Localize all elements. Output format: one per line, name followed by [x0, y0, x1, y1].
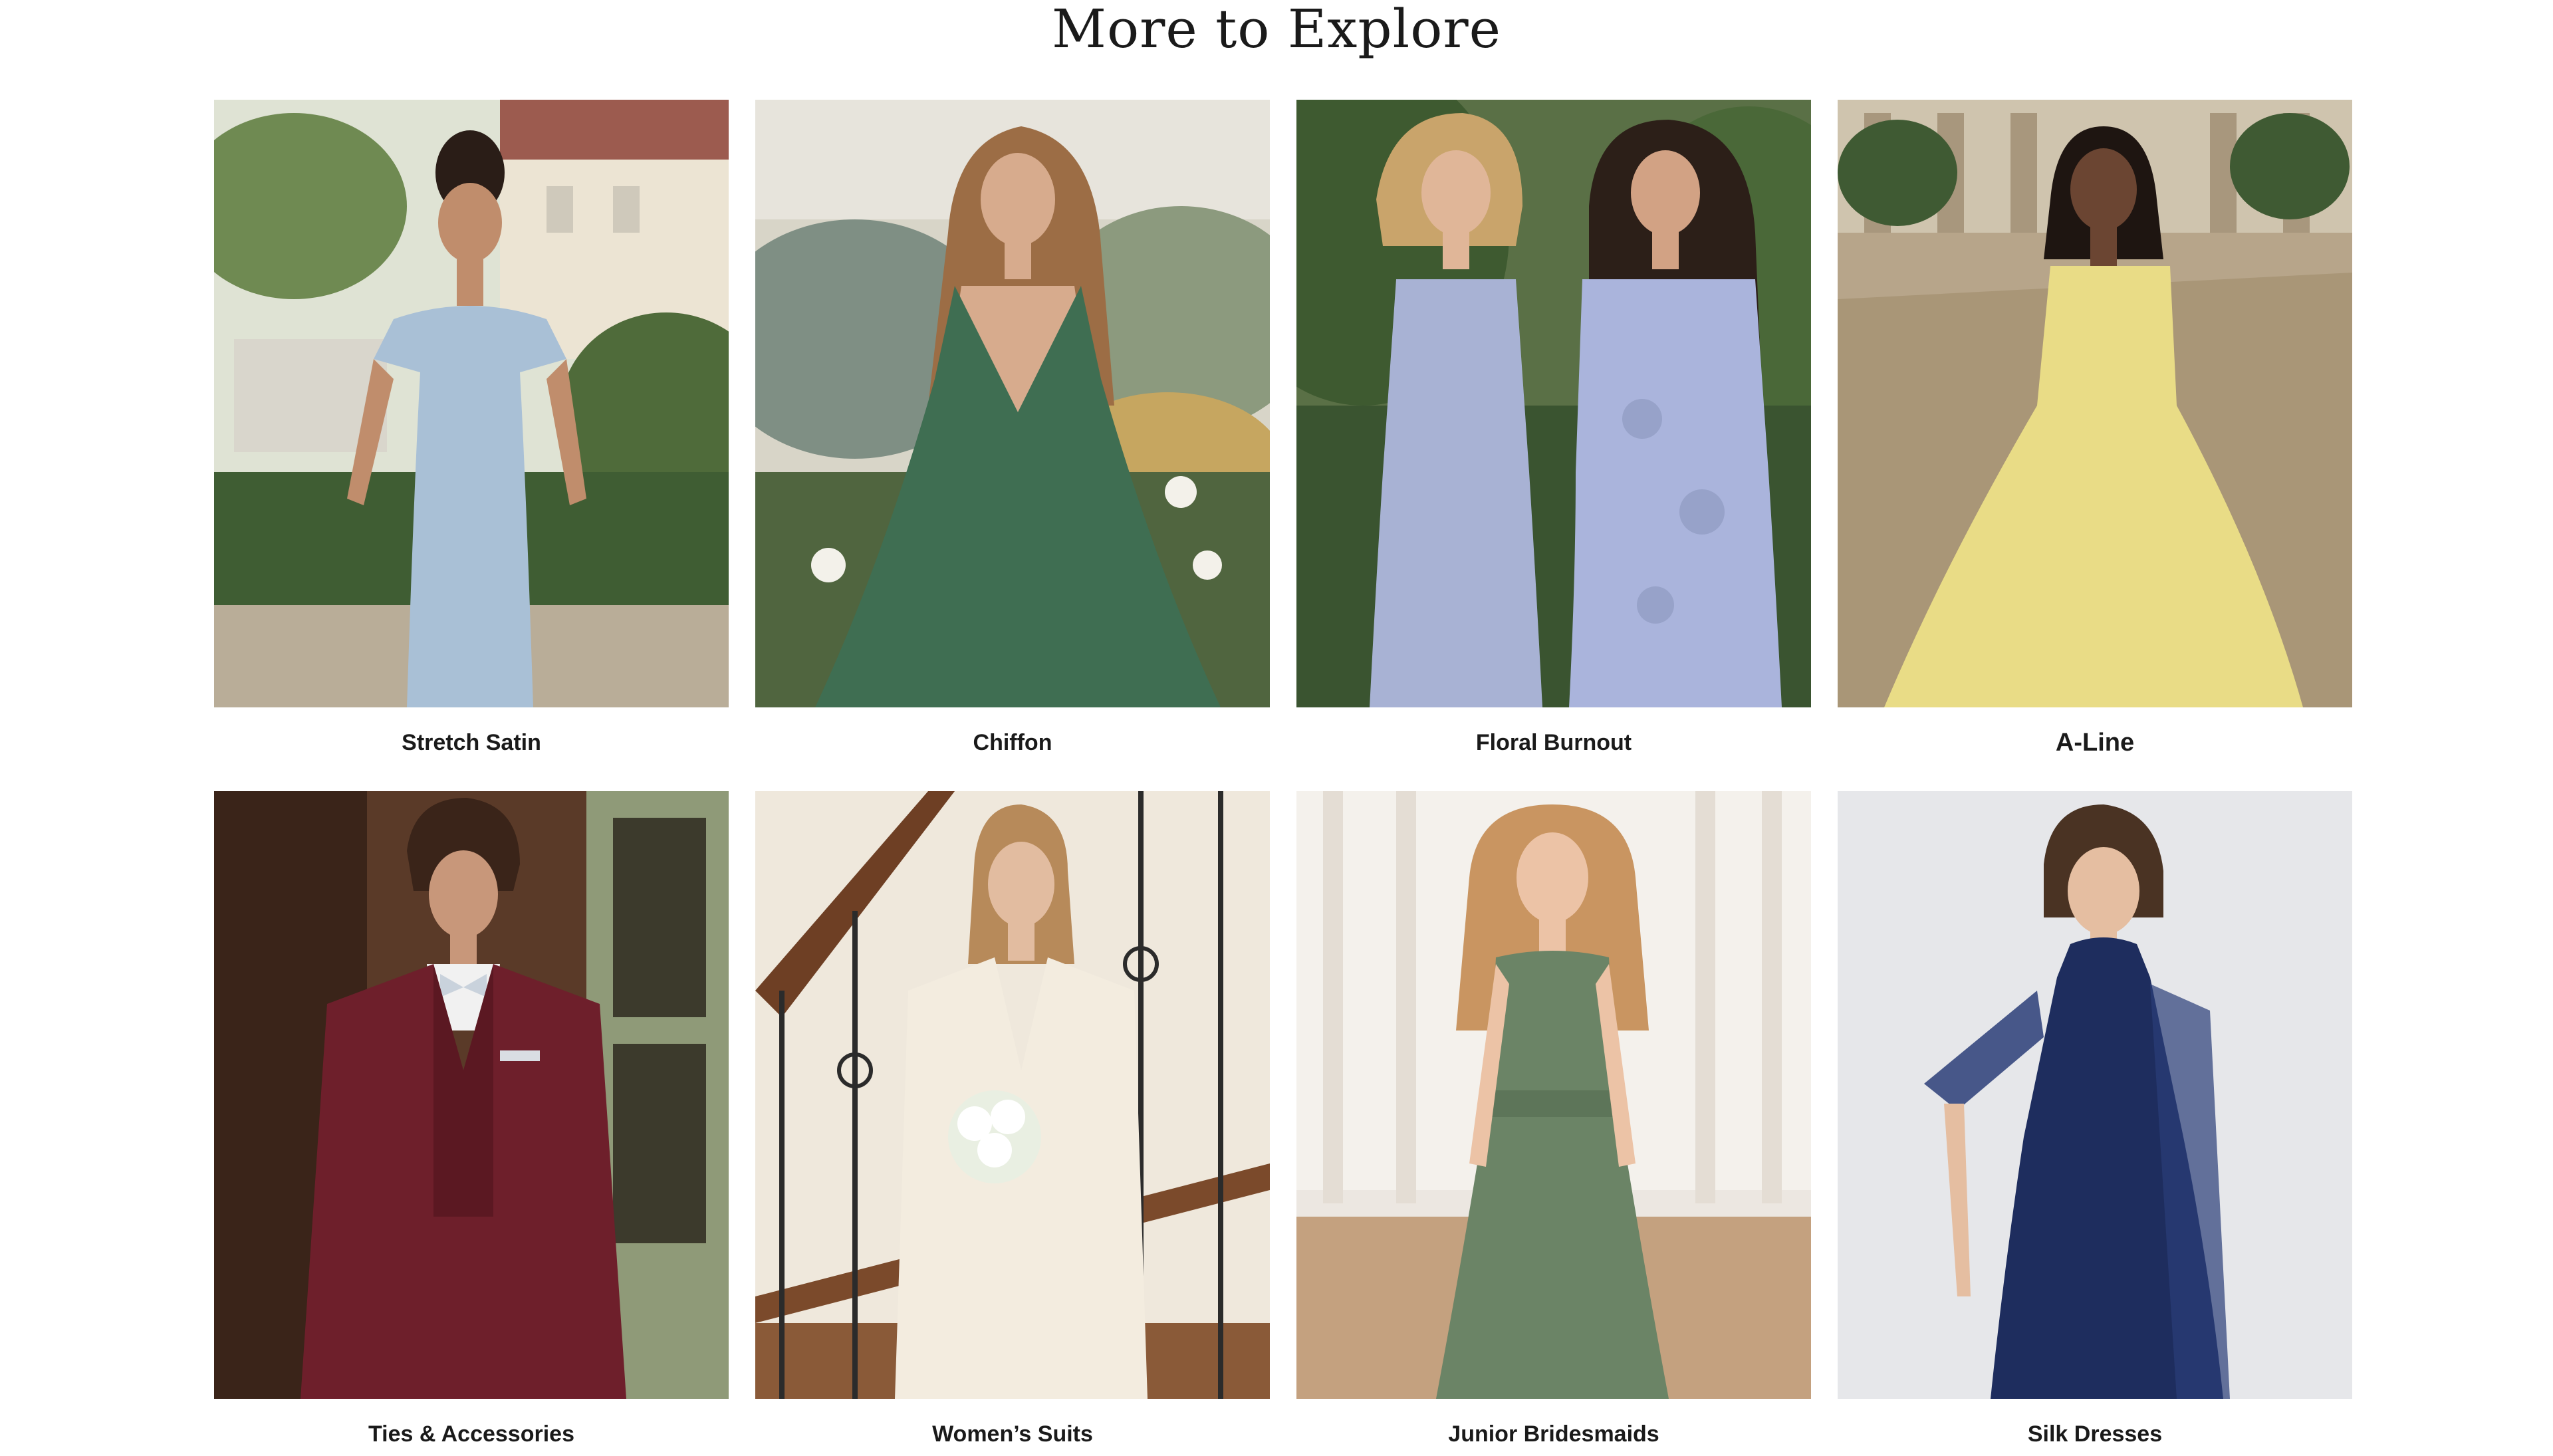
category-image-a-line — [1838, 100, 2352, 707]
category-image-stretch-satin — [214, 100, 729, 707]
category-card-junior-bridesmaids[interactable]: Junior Bridesmaids — [1296, 791, 1811, 1456]
category-label: Chiffon — [973, 730, 1052, 755]
section-title: More to Explore — [1052, 0, 1501, 60]
category-label: Women’s Suits — [932, 1421, 1093, 1447]
category-image-floral-burnout — [1296, 100, 1811, 707]
category-card-floral-burnout[interactable]: Floral Burnout — [1296, 100, 1811, 778]
category-image-ties-accessories — [214, 791, 729, 1399]
category-label: Ties & Accessories — [368, 1421, 574, 1447]
category-image-chiffon — [755, 100, 1270, 707]
category-card-ties-accessories[interactable]: Ties & Accessories — [214, 791, 729, 1456]
category-card-womens-suits[interactable]: Women’s Suits — [755, 791, 1270, 1456]
category-label: Stretch Satin — [402, 730, 541, 755]
category-label: Junior Bridesmaids — [1448, 1421, 1659, 1447]
category-grid: Stretch Satin Chiffon Floral Burnout A-L… — [214, 100, 2354, 1456]
category-image-junior-bridesmaids — [1296, 791, 1811, 1399]
category-card-chiffon[interactable]: Chiffon — [755, 100, 1270, 778]
category-label: Silk Dresses — [2027, 1421, 2163, 1447]
category-label: Floral Burnout — [1475, 730, 1632, 755]
category-card-stretch-satin[interactable]: Stretch Satin — [214, 100, 729, 778]
category-card-silk-dresses[interactable]: Silk Dresses — [1838, 791, 2352, 1456]
category-label: A-Line — [2055, 729, 2135, 757]
category-image-womens-suits — [755, 791, 1270, 1399]
category-card-a-line[interactable]: A-Line — [1838, 100, 2352, 778]
category-image-silk-dresses — [1838, 791, 2352, 1399]
